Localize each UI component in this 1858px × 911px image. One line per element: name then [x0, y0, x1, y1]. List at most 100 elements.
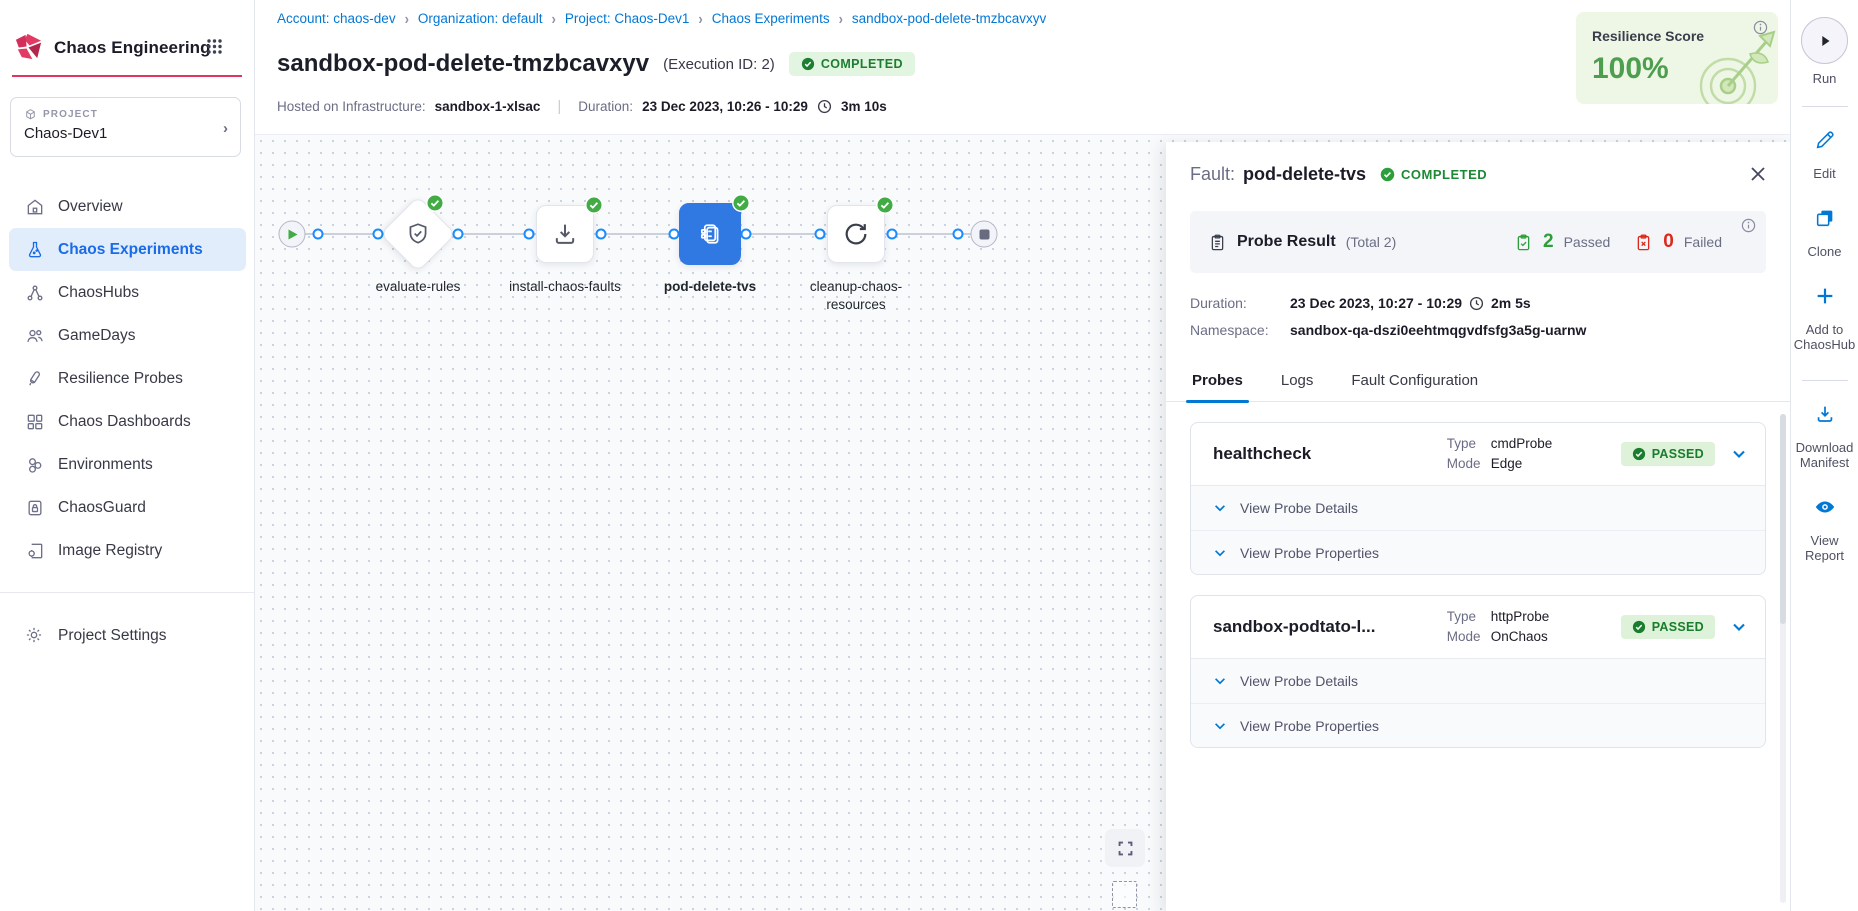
tab-probes[interactable]: Probes [1190, 364, 1245, 401]
probe-result-total: (Total 2) [1346, 234, 1397, 250]
selection-tool-button[interactable] [1112, 881, 1137, 908]
connector-port [524, 229, 535, 240]
flow-start-node[interactable] [279, 221, 306, 248]
module-title: Chaos Engineering [54, 38, 211, 58]
app-grid-icon[interactable] [207, 39, 222, 54]
refresh-icon [842, 220, 870, 248]
sidebar-item-resilience-probes[interactable]: Resilience Probes [0, 357, 255, 400]
breadcrumb-account[interactable]: Account: chaos-dev [277, 11, 396, 26]
play-icon [289, 229, 298, 239]
clone-button[interactable]: Clone [1808, 207, 1842, 259]
duration-value: 23 Dec 2023, 10:26 - 10:29 [642, 99, 808, 114]
breadcrumb-chaos-experiments[interactable]: Chaos Experiments [712, 11, 830, 26]
success-badge-icon [732, 194, 750, 212]
sidebar-item-gamedays[interactable]: GameDays [0, 314, 255, 357]
view-probe-details-link[interactable]: View Probe Details [1191, 659, 1765, 703]
project-cube-icon [24, 108, 37, 121]
probe-card-healthcheck: healthcheck TypecmdProbe ModeEdge PASSED [1190, 422, 1766, 575]
sidebar-item-chaoshubs[interactable]: ChaosHubs [0, 271, 255, 314]
download-manifest-button[interactable]: Download Manifest [1792, 403, 1858, 470]
node-evaluate-rules[interactable] [380, 196, 456, 272]
people-icon [24, 325, 45, 346]
info-icon[interactable] [1741, 218, 1756, 233]
connector-port [815, 229, 826, 240]
probe-tube-icon [24, 368, 45, 389]
connector-port [953, 229, 964, 240]
sidebar-item-label: Image Registry [58, 542, 162, 560]
connector-port [373, 229, 384, 240]
success-badge-icon [585, 196, 603, 214]
fault-panel-tabs: Probes Logs Fault Configuration [1166, 364, 1790, 402]
sidebar-item-environments[interactable]: Environments [0, 443, 255, 486]
sidebar-item-label: ChaosHubs [58, 284, 139, 302]
gear-icon [24, 625, 45, 646]
duration-label: Duration: [1190, 295, 1290, 311]
fullscreen-button[interactable] [1105, 829, 1145, 867]
sidebar-item-label: Chaos Dashboards [58, 413, 191, 431]
fault-detail-panel: Fault: pod-delete-tvs COMPLETED Probe Re… [1166, 142, 1790, 911]
close-icon[interactable] [1748, 164, 1768, 184]
fault-name: pod-delete-tvs [1243, 164, 1366, 185]
view-report-button[interactable]: View Report [1795, 496, 1855, 563]
breadcrumb-project[interactable]: Project: Chaos-Dev1 [565, 11, 690, 26]
probe-result-summary: Probe Result (Total 2) 2 Passed 0 Failed [1190, 211, 1766, 273]
tab-logs[interactable]: Logs [1279, 364, 1316, 401]
probe-name: sandbox-podtato-l... [1213, 617, 1431, 637]
node-pod-delete-tvs[interactable] [679, 203, 741, 265]
add-to-chaoshub-button[interactable]: Add to ChaosHub [1792, 285, 1858, 352]
registry-gear-icon [24, 540, 45, 561]
infra-value: sandbox-1-xlsac [435, 99, 541, 114]
check-circle-icon [1380, 167, 1395, 182]
action-rail: Run Edit Clone Add to ChaosHub Dow [1790, 0, 1858, 911]
sidebar-item-label: Project Settings [58, 627, 167, 645]
sidebar-item-chaosguard[interactable]: ChaosGuard [0, 486, 255, 529]
probe-status-badge: PASSED [1621, 615, 1715, 639]
duration-elapsed: 2m 5s [1491, 295, 1531, 311]
stop-icon [979, 229, 989, 239]
left-sidebar: Chaos Engineering PROJECT Chaos-Dev1 [0, 0, 255, 911]
probe-list: healthcheck TypecmdProbe ModeEdge PASSED [1166, 402, 1790, 748]
sidebar-item-image-registry[interactable]: Image Registry [0, 529, 255, 572]
view-probe-properties-link[interactable]: View Probe Properties [1191, 530, 1765, 574]
resilience-score-value: 100% [1592, 52, 1669, 86]
project-selector[interactable]: PROJECT Chaos-Dev1 › [10, 97, 241, 157]
divider: | [549, 98, 569, 115]
breadcrumb-current[interactable]: sandbox-pod-delete-tmzbcavxyv [852, 11, 1046, 26]
failed-count: 0 [1663, 231, 1674, 253]
run-button[interactable] [1801, 17, 1848, 64]
connector-port [741, 229, 752, 240]
node-label: cleanup-chaos-resources [796, 278, 916, 314]
sidebar-item-label: Resilience Probes [58, 370, 183, 388]
panel-scrollbar[interactable] [1780, 414, 1786, 903]
view-probe-details-link[interactable]: View Probe Details [1191, 486, 1765, 530]
view-probe-properties-link[interactable]: View Probe Properties [1191, 703, 1765, 747]
flow-end-node[interactable] [971, 221, 998, 248]
connector-port [887, 229, 898, 240]
eye-icon [1814, 496, 1836, 518]
rail-divider [1802, 106, 1848, 107]
sidebar-item-project-settings[interactable]: Project Settings [0, 614, 255, 657]
play-icon [1816, 32, 1834, 50]
tab-fault-configuration[interactable]: Fault Configuration [1349, 364, 1480, 401]
resilience-score-card: Resilience Score 100% [1576, 12, 1778, 104]
check-circle-icon [801, 57, 815, 71]
sidebar-item-label: Environments [58, 456, 153, 474]
breadcrumb-organization[interactable]: Organization: default [418, 11, 543, 26]
duration-label: Duration: [578, 99, 633, 114]
chevron-down-icon [1213, 674, 1227, 688]
pencil-icon [1814, 129, 1836, 151]
sidebar-item-overview[interactable]: Overview [0, 185, 255, 228]
chevron-down-icon[interactable] [1731, 619, 1747, 635]
fault-namespace-row: Namespace: sandbox-qa-dszi0eehtmqgvdfsfg… [1190, 322, 1766, 338]
edit-button[interactable]: Edit [1813, 129, 1835, 181]
namespace-value: sandbox-qa-dszi0eehtmqgvdfsfg3a5g-uarnw [1290, 322, 1586, 338]
success-badge-icon [426, 194, 444, 212]
sidebar-item-chaos-dashboards[interactable]: Chaos Dashboards [0, 400, 255, 443]
chevron-right-icon: › [839, 10, 843, 28]
success-badge-icon [876, 196, 894, 214]
duration-value: 23 Dec 2023, 10:27 - 10:29 [1290, 295, 1462, 311]
chevron-down-icon[interactable] [1731, 446, 1747, 462]
sidebar-item-chaos-experiments[interactable]: Chaos Experiments [9, 228, 246, 271]
sidebar-item-label: GameDays [58, 327, 136, 345]
fault-duration-row: Duration: 23 Dec 2023, 10:27 - 10:29 2m … [1190, 295, 1766, 311]
